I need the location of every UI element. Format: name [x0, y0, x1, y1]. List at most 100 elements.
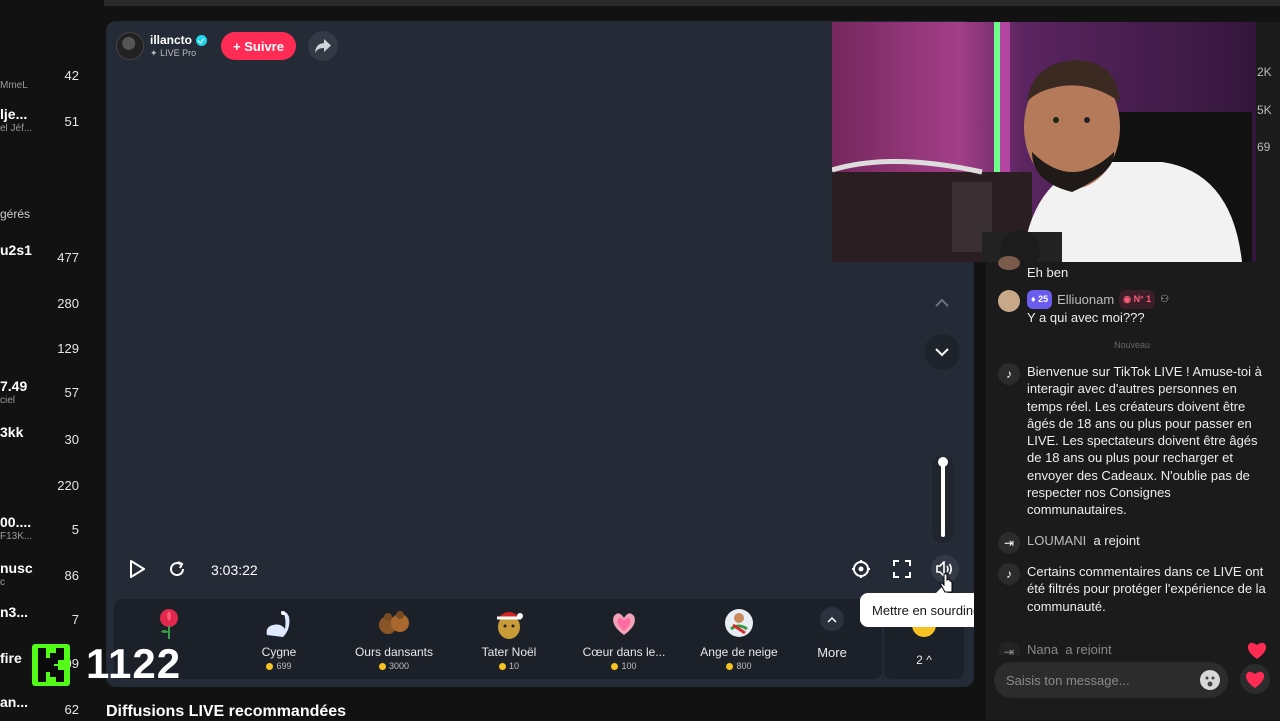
sidebar-item-name: 00.... [0, 514, 32, 530]
chevron-up-icon [935, 298, 949, 307]
gift-name: Ange de neige [700, 645, 778, 659]
chat-username[interactable]: Nana [1027, 642, 1058, 655]
sidebar-item-sub: MmeL [0, 80, 28, 91]
sidebar-item-name: n3... [0, 604, 29, 620]
avatar[interactable] [998, 290, 1020, 312]
sidebar-item-count: 51 [64, 114, 79, 129]
sidebar-item[interactable]: 00.... F13K... 5 [0, 514, 104, 554]
gift-price: 100 [621, 661, 637, 671]
coin-icon [498, 662, 506, 670]
gift-name: Cygne [261, 645, 297, 659]
gift-price: 699 [276, 661, 292, 671]
sidebar-item[interactable]: lje... el Jéf... 51 [0, 106, 104, 146]
gift-item[interactable]: Cygne 699 [224, 605, 334, 675]
strip-count: 2K [1257, 65, 1272, 79]
gift-item[interactable]: Tater Noël 10 [454, 605, 564, 675]
sidebar-item[interactable]: n3... 7 [0, 604, 104, 644]
chat-username[interactable]: Elliuonam [1057, 291, 1114, 308]
sidebar-item[interactable]: 280 [0, 294, 104, 334]
avatar[interactable] [998, 256, 1020, 270]
streamer-info[interactable]: illancto ✦ LIVE Pro [150, 33, 208, 59]
sidebar-item[interactable]: 7.49 ciel 57 [0, 378, 104, 418]
webcam-overlay [832, 22, 1256, 262]
sidebar-item-name: 7.49 [0, 378, 28, 394]
sidebar-item-sub: el Jéf... [0, 123, 33, 134]
recommended-title: Diffusions LIVE recommandées [106, 703, 347, 720]
sidebar-item-count: 5 [71, 522, 79, 537]
sidebar-item-name: u2s1 [0, 242, 32, 258]
tiktok-icon: ♪ [998, 363, 1020, 385]
tater-icon [491, 605, 527, 641]
join-text: a rejoint [1065, 642, 1112, 655]
previous-live-button[interactable] [924, 285, 960, 321]
coin-icon [266, 662, 274, 670]
new-messages-divider: Nouveau [1113, 340, 1151, 350]
sidebar-item[interactable]: MmeL 42 [0, 68, 104, 108]
sidebar-item[interactable]: an... 62 [0, 694, 104, 720]
join-icon: ⇥ [998, 532, 1020, 554]
system-text: Certains commentaires dans ce LIVE ont é… [1027, 564, 1266, 614]
viewer-count-overlay: 1122 [86, 640, 182, 687]
join-message: ⇥ LOUMANI a rejoint [998, 532, 1266, 554]
sidebar-item-count: 280 [57, 296, 79, 311]
chevron-up-icon [827, 616, 837, 623]
sidebar-item[interactable]: nusc c 86 [0, 560, 104, 600]
heart-icon [1245, 671, 1265, 688]
person-icon: ⚇ [1160, 294, 1170, 305]
chat-input[interactable] [1006, 662, 1196, 698]
rose-icon [151, 605, 187, 641]
sidebar-item-count: 30 [64, 432, 79, 447]
sidebar-item-count: 477 [57, 250, 79, 265]
volume-knob[interactable] [938, 457, 948, 467]
more-gifts-button[interactable]: More [812, 607, 852, 660]
sidebar-item-count: 220 [57, 478, 79, 493]
sidebar-item-name: 3kk [0, 424, 24, 440]
sidebar-item-count: 62 [64, 702, 79, 717]
play-button[interactable] [124, 556, 150, 582]
coin-icon [378, 662, 386, 670]
rank-value: 2 [916, 653, 923, 667]
streamer-avatar[interactable] [116, 32, 144, 60]
chat-text: Y a qui avec moi??? [1027, 310, 1145, 326]
sidebar-item-count: 129 [57, 341, 79, 356]
like-button[interactable] [1240, 664, 1270, 694]
sidebar-item-count: 42 [64, 68, 79, 83]
gift-item[interactable]: Cœur dans le... 100 [569, 605, 679, 675]
sidebar-item-sub: c [0, 577, 5, 588]
sidebar-section-label: gérés [0, 207, 31, 221]
next-live-button[interactable] [924, 334, 960, 370]
share-button[interactable] [307, 31, 338, 61]
heart-hands-icon [606, 605, 642, 641]
gift-item[interactable]: Ours dansants 3000 [339, 605, 449, 675]
sidebar-item[interactable]: 129 [0, 339, 104, 379]
floating-heart-icon [1246, 640, 1268, 665]
gift-name: Tater Noël [481, 645, 537, 659]
gift-bar: Cygne 699 Ours dansants 3000 Tater Noël … [114, 599, 882, 679]
sidebar-item-name: an... [0, 694, 29, 710]
chat-username[interactable]: LOUMANI [1027, 533, 1086, 548]
emoji-button[interactable] [1200, 670, 1220, 690]
play-icon [130, 560, 145, 578]
sidebar-item[interactable]: u2s1 477 [0, 242, 104, 282]
fullscreen-button[interactable] [889, 556, 915, 582]
system-message: ♪ Bienvenue sur TikTok LIVE ! Amuse-toi … [998, 363, 1266, 523]
settings-icon [852, 560, 870, 578]
streamer-name: illancto [150, 33, 193, 47]
volume-slider[interactable] [932, 455, 954, 543]
streamer-subtitle: LIVE Pro [160, 48, 197, 58]
coin-icon [726, 662, 734, 670]
chevron-down-icon [935, 348, 949, 357]
sidebar-item[interactable]: 220 [0, 476, 104, 516]
settings-button[interactable] [848, 556, 874, 582]
chat-message: Eh ben [998, 256, 1266, 284]
gift-item[interactable]: Ange de neige 800 [684, 605, 794, 675]
share-icon [314, 39, 331, 53]
tiktok-icon: ♪ [998, 563, 1020, 585]
streamer-header: illancto ✦ LIVE Pro + Suivre [116, 31, 338, 61]
more-label: More [817, 645, 847, 660]
sidebar-item-count: 7 [71, 612, 79, 627]
sidebar-item-count: 86 [64, 568, 79, 583]
sidebar-item[interactable]: 3kk 30 [0, 424, 104, 464]
refresh-button[interactable] [164, 556, 190, 582]
follow-button[interactable]: + Suivre [221, 32, 296, 60]
